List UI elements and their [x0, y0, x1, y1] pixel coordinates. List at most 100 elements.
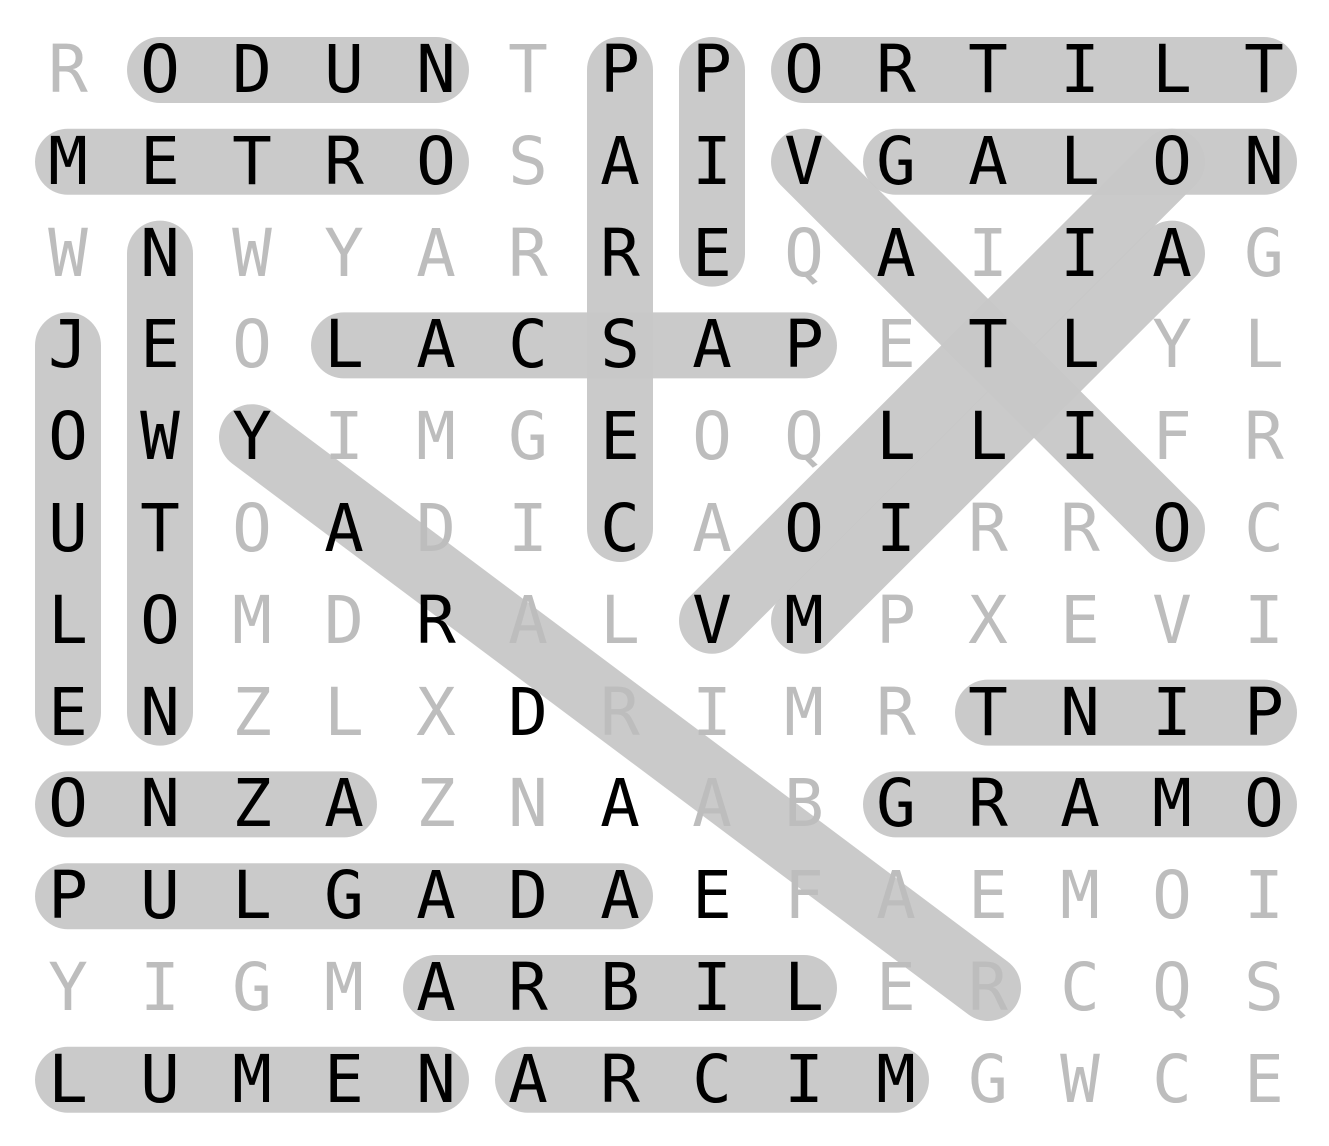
grid-cell[interactable]: C — [666, 1034, 758, 1126]
grid-cell[interactable]: T — [1218, 24, 1310, 116]
grid-cell[interactable]: E — [850, 299, 942, 391]
grid-cell[interactable]: A — [482, 1034, 574, 1126]
grid-cell[interactable]: Q — [758, 391, 850, 483]
grid-cell[interactable]: U — [22, 483, 114, 575]
grid-cell[interactable]: L — [850, 391, 942, 483]
grid-cell[interactable]: L — [574, 575, 666, 667]
grid-cell[interactable]: E — [114, 299, 206, 391]
grid-cell[interactable]: T — [114, 483, 206, 575]
grid-cell[interactable]: C — [1126, 1034, 1218, 1126]
grid-cell[interactable]: Z — [206, 667, 298, 759]
grid-cell[interactable]: N — [114, 758, 206, 850]
grid-cell[interactable]: L — [22, 1034, 114, 1126]
grid-cell[interactable]: R — [574, 1034, 666, 1126]
grid-cell[interactable]: O — [1126, 850, 1218, 942]
grid-cell[interactable]: G — [482, 391, 574, 483]
grid-cell[interactable]: D — [206, 24, 298, 116]
grid-cell[interactable]: E — [1034, 575, 1126, 667]
grid-cell[interactable]: C — [482, 299, 574, 391]
grid-cell[interactable]: O — [1218, 758, 1310, 850]
grid-cell[interactable]: A — [666, 299, 758, 391]
grid-cell[interactable]: L — [22, 575, 114, 667]
grid-cell[interactable]: N — [114, 667, 206, 759]
grid-cell[interactable]: G — [206, 942, 298, 1034]
grid-cell[interactable]: L — [1034, 299, 1126, 391]
grid-cell[interactable]: P — [574, 24, 666, 116]
grid-cell[interactable]: A — [850, 850, 942, 942]
grid-cell[interactable]: A — [1034, 758, 1126, 850]
grid-cell[interactable]: W — [1034, 1034, 1126, 1126]
grid-cell[interactable]: M — [298, 942, 390, 1034]
grid-cell[interactable]: M — [758, 575, 850, 667]
grid-cell[interactable]: I — [1034, 208, 1126, 300]
grid-cell[interactable]: A — [666, 483, 758, 575]
grid-cell[interactable]: M — [758, 667, 850, 759]
grid-cell[interactable]: E — [850, 942, 942, 1034]
grid-cell[interactable]: L — [298, 299, 390, 391]
grid-cell[interactable]: L — [1126, 24, 1218, 116]
grid-cell[interactable]: A — [942, 116, 1034, 208]
grid-cell[interactable]: O — [390, 116, 482, 208]
grid-cell[interactable]: A — [298, 483, 390, 575]
grid-cell[interactable]: Q — [1126, 942, 1218, 1034]
grid-cell[interactable]: A — [574, 850, 666, 942]
grid-cell[interactable]: Z — [390, 758, 482, 850]
grid-cell[interactable]: R — [482, 208, 574, 300]
grid-cell[interactable]: I — [850, 483, 942, 575]
grid-cell[interactable]: W — [114, 391, 206, 483]
grid-cell[interactable]: I — [666, 942, 758, 1034]
grid-cell[interactable]: E — [114, 116, 206, 208]
grid-cell[interactable]: M — [850, 1034, 942, 1126]
grid-cell[interactable]: R — [942, 483, 1034, 575]
grid-cell[interactable]: I — [666, 116, 758, 208]
grid-cell[interactable]: A — [1126, 208, 1218, 300]
grid-cell[interactable]: O — [114, 575, 206, 667]
grid-cell[interactable]: N — [482, 758, 574, 850]
grid-cell[interactable]: O — [206, 299, 298, 391]
grid-cell[interactable]: A — [390, 942, 482, 1034]
grid-cell[interactable]: O — [666, 391, 758, 483]
grid-cell[interactable]: W — [206, 208, 298, 300]
grid-cell[interactable]: I — [758, 1034, 850, 1126]
grid-cell[interactable]: E — [22, 667, 114, 759]
grid-cell[interactable]: B — [758, 758, 850, 850]
grid-cell[interactable]: G — [850, 758, 942, 850]
grid-cell[interactable]: X — [390, 667, 482, 759]
grid-cell[interactable]: I — [666, 667, 758, 759]
grid-cell[interactable]: G — [942, 1034, 1034, 1126]
grid-cell[interactable]: A — [666, 758, 758, 850]
grid-cell[interactable]: R — [482, 942, 574, 1034]
grid-cell[interactable]: X — [942, 575, 1034, 667]
grid-cell[interactable]: L — [206, 850, 298, 942]
grid-cell[interactable]: O — [758, 24, 850, 116]
grid-cell[interactable]: D — [298, 575, 390, 667]
grid-cell[interactable]: I — [114, 942, 206, 1034]
grid-cell[interactable]: E — [666, 208, 758, 300]
grid-cell[interactable]: I — [942, 208, 1034, 300]
grid-cell[interactable]: O — [206, 483, 298, 575]
grid-cell[interactable]: N — [390, 24, 482, 116]
grid-cell[interactable]: A — [574, 758, 666, 850]
grid-cell[interactable]: N — [114, 208, 206, 300]
grid-cell[interactable]: J — [22, 299, 114, 391]
grid-cell[interactable]: P — [22, 850, 114, 942]
grid-cell[interactable]: R — [942, 758, 1034, 850]
grid-cell[interactable]: M — [1126, 758, 1218, 850]
grid-cell[interactable]: A — [574, 116, 666, 208]
grid-cell[interactable]: E — [574, 391, 666, 483]
grid-cell[interactable]: E — [666, 850, 758, 942]
grid-cell[interactable]: I — [1034, 391, 1126, 483]
grid-cell[interactable]: U — [298, 24, 390, 116]
grid-cell[interactable]: M — [206, 1034, 298, 1126]
grid-cell[interactable]: E — [1218, 1034, 1310, 1126]
grid-cell[interactable]: M — [1034, 850, 1126, 942]
grid-cell[interactable]: L — [298, 667, 390, 759]
grid-cell[interactable]: B — [574, 942, 666, 1034]
grid-cell[interactable]: O — [22, 758, 114, 850]
grid-cell[interactable]: O — [758, 483, 850, 575]
grid-cell[interactable]: V — [758, 116, 850, 208]
grid-cell[interactable]: T — [942, 667, 1034, 759]
grid-cell[interactable]: S — [574, 299, 666, 391]
grid-cell[interactable]: A — [390, 850, 482, 942]
grid-cell[interactable]: D — [482, 850, 574, 942]
